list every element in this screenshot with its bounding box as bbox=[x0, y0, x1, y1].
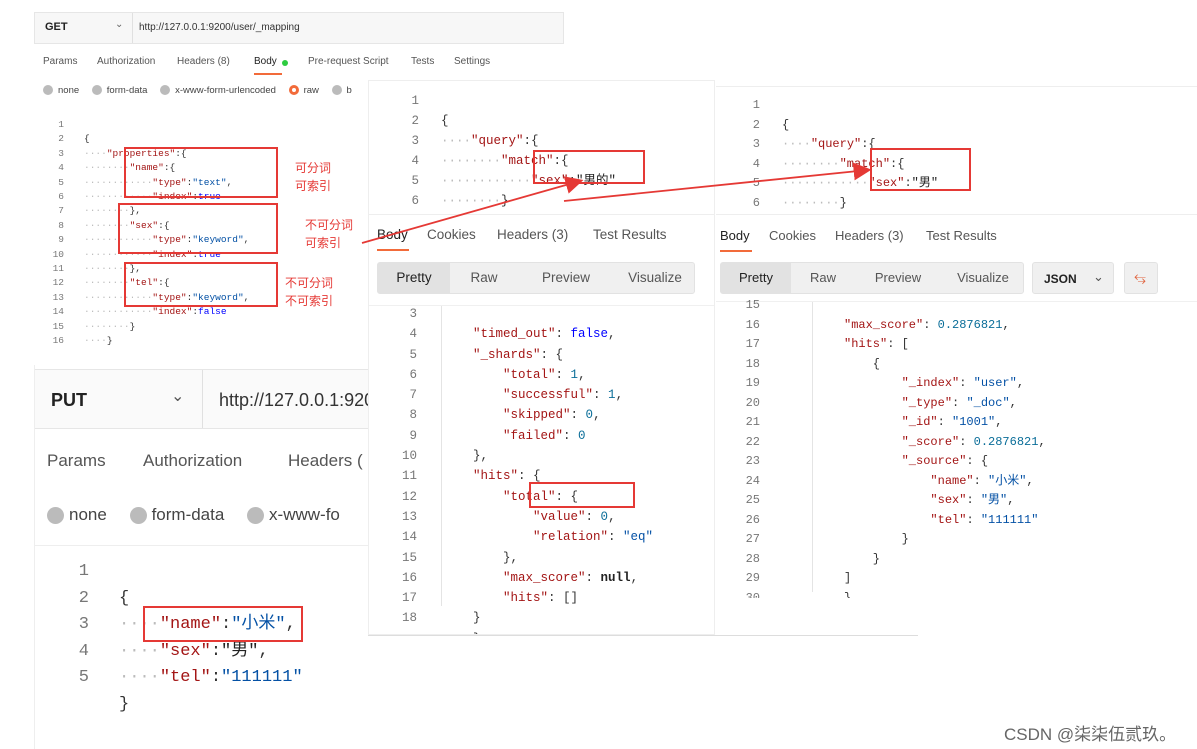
arrow-to-query-nan bbox=[563, 162, 872, 202]
watermark: CSDN @柒柒伍贰玖。 bbox=[1004, 725, 1177, 744]
arrow-to-query-nande bbox=[361, 176, 584, 244]
annotation-arrows bbox=[361, 162, 872, 244]
